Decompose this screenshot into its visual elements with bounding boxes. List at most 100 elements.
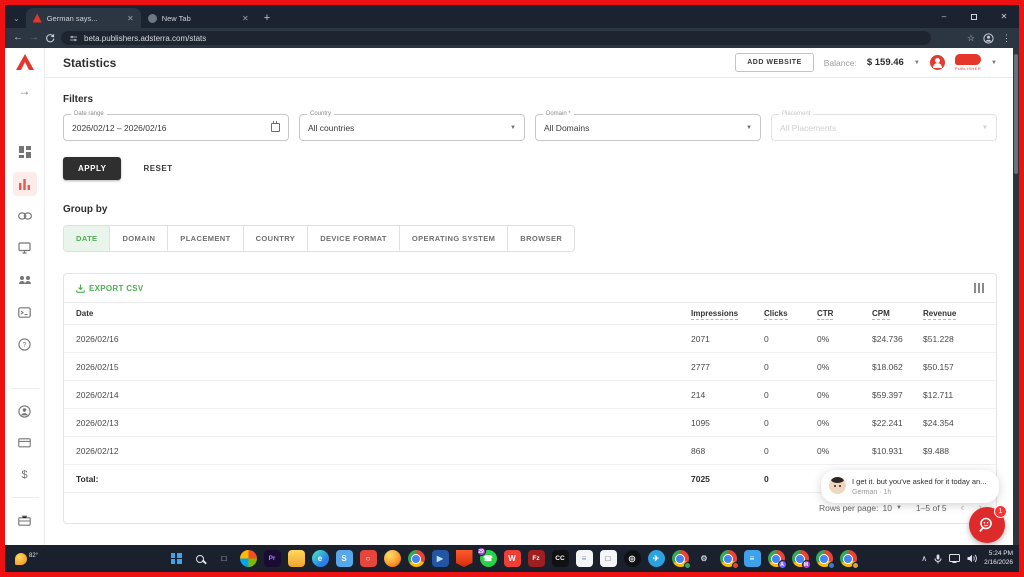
filter-domain[interactable]: Domain * All Domains ▼	[535, 111, 761, 141]
rows-per-page[interactable]: Rows per page: 10 ▼	[819, 503, 902, 513]
taskbar-app-settings-gear[interactable]: ⚙	[696, 550, 713, 567]
taskbar-app-chrome[interactable]	[407, 550, 425, 567]
taskbar-weather-widget[interactable]: 82°	[15, 552, 38, 565]
tab-search-chevron-icon[interactable]: ⌄	[9, 14, 26, 28]
maximize-button[interactable]	[959, 5, 989, 28]
chat-message-bubble[interactable]: I get it. but you've asked for it today …	[821, 469, 999, 503]
sidebar-item-help[interactable]: ?	[13, 332, 37, 356]
taskbar-app-start[interactable]	[168, 550, 185, 567]
filters-title: Filters	[63, 94, 94, 105]
cast-screen-icon[interactable]	[949, 554, 961, 563]
prev-page-icon[interactable]: ‹	[961, 502, 965, 514]
taskbar-app-capcut[interactable]: CC	[551, 550, 569, 567]
sidebar-item-jobs[interactable]	[13, 508, 37, 532]
site-info-icon[interactable]	[69, 34, 78, 43]
group-tab-browser[interactable]: BROWSER	[507, 226, 575, 251]
taskbar-app-w-app[interactable]: W	[503, 550, 521, 567]
taskbar-app-telegram[interactable]: ✈	[647, 550, 665, 567]
taskbar-app-brave[interactable]	[455, 550, 473, 567]
minimize-button[interactable]: –	[929, 5, 959, 28]
address-bar[interactable]: beta.publishers.adsterra.com/stats	[61, 31, 931, 45]
add-website-button[interactable]: ADD WEBSITE	[735, 53, 814, 72]
taskbar-app-file-explorer[interactable]	[287, 550, 305, 567]
sidebar-item-referrals[interactable]	[13, 268, 37, 292]
group-tab-country[interactable]: COUNTRY	[242, 226, 308, 251]
group-tab-date[interactable]: DATE	[64, 226, 110, 251]
taskbar-app-firefox[interactable]	[383, 550, 401, 567]
column-header-ctr[interactable]: CTR	[817, 309, 872, 320]
publisher-brand[interactable]: PUBLISHER	[955, 54, 981, 71]
taskbar-app-ms-store[interactable]: S	[335, 550, 353, 567]
volume-icon[interactable]	[967, 554, 977, 563]
group-tab-device-format[interactable]: DEVICE FORMAT	[307, 226, 399, 251]
taskbar-app-game-app[interactable]: ▶	[431, 550, 449, 567]
cell-impressions: 2071	[691, 333, 710, 344]
filter-country[interactable]: Country All countries ▼	[299, 111, 525, 141]
reset-button[interactable]: RESET	[143, 164, 172, 173]
column-header-impressions[interactable]: Impressions	[691, 309, 764, 320]
taskbar-app-microsoft-365[interactable]	[239, 550, 257, 567]
tray-expand-icon[interactable]: ∧	[921, 554, 927, 563]
page-scrollbar[interactable]	[1013, 48, 1019, 545]
calendar-icon[interactable]	[271, 121, 280, 132]
column-header-clicks[interactable]: Clicks	[764, 309, 817, 320]
sidebar-item-profile[interactable]	[13, 399, 37, 423]
adsterra-logo-icon[interactable]	[15, 54, 34, 70]
dropdown-caret-icon[interactable]: ▼	[510, 125, 516, 131]
sidebar-item-payment-methods[interactable]	[13, 431, 37, 455]
column-header-cpm[interactable]: CPM	[872, 309, 923, 320]
export-csv-button[interactable]: EXPORT CSV	[76, 284, 144, 293]
taskbar-app-obs[interactable]: ◎	[623, 550, 641, 567]
taskbar-app-remote-desktop[interactable]: □	[599, 550, 617, 567]
tab-close-icon[interactable]: ✕	[242, 14, 249, 23]
taskbar-app-search[interactable]	[192, 550, 209, 567]
close-button[interactable]: ✕	[989, 5, 1019, 28]
dropdown-caret-icon[interactable]: ▼	[746, 125, 752, 131]
profile-icon[interactable]	[983, 32, 994, 44]
sidebar-item-statistics[interactable]	[12, 172, 37, 196]
group-tab-domain[interactable]: DOMAIN	[109, 226, 168, 251]
taskbar-app-notes-app[interactable]: ≡	[743, 550, 761, 567]
taskbar-app-notepad[interactable]: ≡	[575, 550, 593, 567]
taskbar-app-filezilla[interactable]: Fz	[527, 550, 545, 567]
taskbar-app-chrome-profile-3[interactable]: A	[767, 550, 787, 569]
microphone-icon[interactable]	[934, 554, 942, 564]
filter-date-range[interactable]: Date range 2026/02/12 – 2026/02/16	[63, 111, 289, 141]
sidebar-item-payouts[interactable]: $	[13, 463, 37, 487]
column-settings-icon[interactable]	[973, 283, 984, 293]
taskbar-app-premiere-pro[interactable]: Pr	[263, 550, 281, 567]
sidebar-item-websites[interactable]	[13, 236, 37, 260]
browser-toolbar: ← → beta.publishers.adsterra.com/stats ☆…	[5, 28, 1019, 48]
taskbar-app-whatsapp[interactable]: ☎ 29	[476, 547, 497, 567]
taskbar-app-red-media-app[interactable]: ○	[359, 550, 377, 567]
taskbar-app-chrome-profile-5[interactable]	[815, 550, 835, 569]
taskbar-app-chrome-profile-6[interactable]	[839, 550, 859, 569]
bookmark-star-icon[interactable]: ☆	[967, 33, 975, 44]
taskbar-app-chrome-profile-2[interactable]	[719, 550, 739, 569]
browser-tab-german-says[interactable]: German says... ✕	[25, 8, 141, 28]
tab-close-icon[interactable]: ✕	[127, 14, 134, 23]
browser-tab-new-tab[interactable]: New Tab ✕	[141, 8, 256, 28]
taskbar-app-edge[interactable]: e	[311, 550, 329, 567]
apply-button[interactable]: APPLY	[63, 157, 122, 180]
forward-icon[interactable]: →	[29, 33, 39, 43]
taskbar-clock[interactable]: 5:24 PM 2/16/2026	[984, 550, 1013, 568]
menu-dots-icon[interactable]: ⋮	[1002, 33, 1011, 44]
group-tab-placement[interactable]: PLACEMENT	[167, 226, 243, 251]
taskbar-app-task-view[interactable]: □	[216, 550, 233, 567]
sidebar-item-dashboard[interactable]	[13, 140, 37, 164]
back-icon[interactable]: ←	[13, 33, 23, 43]
profile-caret-icon[interactable]: ▼	[991, 60, 997, 66]
refresh-icon[interactable]	[45, 33, 55, 43]
user-avatar[interactable]	[929, 55, 945, 70]
balance-caret-icon[interactable]: ▼	[914, 60, 920, 66]
column-header-revenue[interactable]: Revenue	[923, 309, 984, 320]
sidebar-item-direct-link[interactable]	[13, 204, 37, 228]
new-tab-button[interactable]: +	[256, 12, 278, 28]
sidebar-item-console[interactable]	[13, 300, 37, 324]
taskbar-app-chrome-profile-1[interactable]	[671, 550, 691, 569]
chat-launcher-button[interactable]: 1	[969, 505, 1007, 543]
taskbar-app-chrome-profile-4[interactable]: M	[791, 550, 811, 569]
group-tab-operating-system[interactable]: OPERATING SYSTEM	[398, 226, 508, 251]
sidebar-collapse-arrow-icon[interactable]: →	[19, 84, 31, 98]
